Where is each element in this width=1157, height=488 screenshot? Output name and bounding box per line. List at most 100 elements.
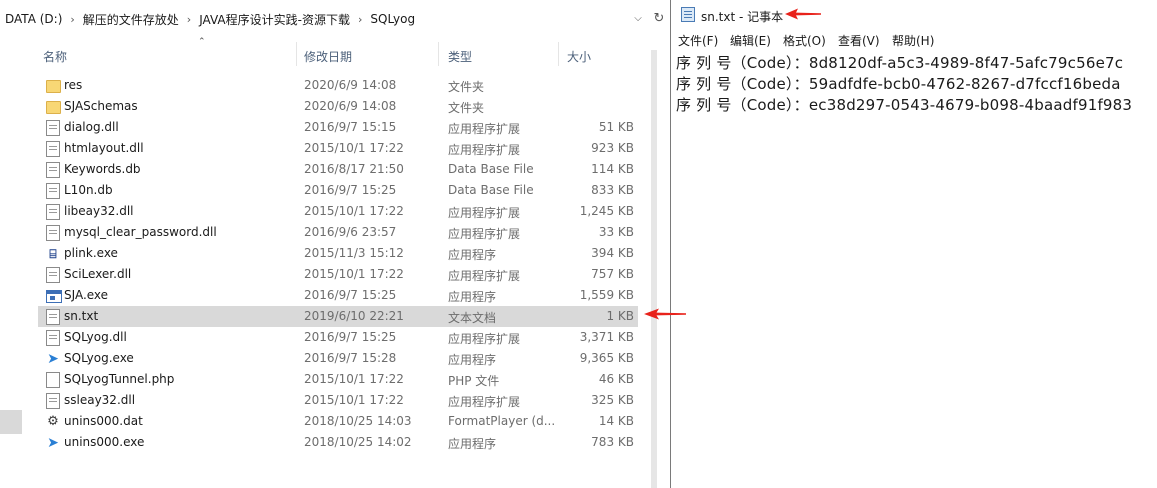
file-type: Data Base File	[448, 162, 534, 176]
file-row[interactable]: ssleay32.dll 2015/10/1 17:22 应用程序扩展 325 …	[38, 390, 638, 411]
dll-file-icon	[46, 204, 60, 220]
breadcrumb-folder-extract[interactable]: 解压的文件存放处	[83, 11, 179, 28]
text-line: 序 列 号（Code）：59adfdfe-bcb0-4762-8267-d7fc…	[676, 75, 1121, 93]
file-name: SJASchemas	[64, 99, 138, 113]
file-size: 783 KB	[591, 435, 634, 449]
file-row[interactable]: libeay32.dll 2015/10/1 17:22 应用程序扩展 1,24…	[38, 201, 638, 222]
file-row[interactable]: L10n.db 2016/9/7 15:25 Data Base File 83…	[38, 180, 638, 201]
db-file-icon	[46, 162, 60, 178]
file-size: 114 KB	[591, 162, 634, 176]
chevron-right-icon[interactable]: ›	[187, 13, 191, 26]
file-date: 2016/9/6 23:57	[304, 225, 397, 239]
scrollbar-thumb[interactable]	[651, 50, 657, 488]
breadcrumb: DATA (D:) › 解压的文件存放处 › JAVA程序设计实践-资源下载 ›…	[0, 11, 415, 28]
navigation-pane-selected-item[interactable]	[0, 410, 22, 434]
file-date: 2015/10/1 17:22	[304, 267, 404, 281]
notepad-titlebar[interactable]: sn.txt - 记事本	[671, 0, 1157, 30]
file-type: PHP 文件	[448, 374, 500, 388]
file-size: 14 KB	[598, 414, 634, 428]
menu-help[interactable]: 帮助(H)	[892, 32, 934, 49]
breadcrumb-drive[interactable]: DATA (D:)	[5, 12, 62, 26]
file-type: 应用程序扩展	[448, 206, 521, 220]
breadcrumb-folder-java[interactable]: JAVA程序设计实践-资源下载	[199, 11, 350, 28]
column-divider[interactable]	[558, 42, 559, 66]
file-row[interactable]: SJASchemas 2020/6/9 14:08 文件夹	[38, 96, 638, 117]
file-row[interactable]: htmlayout.dll 2015/10/1 17:22 应用程序扩展 923…	[38, 138, 638, 159]
file-size: 923 KB	[591, 141, 634, 155]
folder-icon	[46, 101, 61, 114]
notepad-icon	[681, 7, 695, 22]
file-name: dialog.dll	[64, 120, 119, 134]
navigation-pane	[0, 40, 22, 488]
file-type: 应用程序	[448, 353, 497, 367]
putty-exe-icon: ⌸	[49, 247, 57, 261]
file-row[interactable]: mysql_clear_password.dll 2016/9/6 23:57 …	[38, 222, 638, 243]
chevron-right-icon[interactable]: ›	[358, 13, 362, 26]
menu-file[interactable]: 文件(F)	[678, 32, 718, 49]
column-header-type[interactable]: 类型	[448, 48, 472, 65]
file-row[interactable]: SciLexer.dll 2015/10/1 17:22 应用程序扩展 757 …	[38, 264, 638, 285]
file-name: sn.txt	[64, 309, 99, 323]
chevron-right-icon[interactable]: ›	[70, 13, 74, 26]
file-type: 应用程序扩展	[448, 269, 521, 283]
file-row[interactable]: SQLyog.dll 2016/9/7 15:25 应用程序扩展 3,371 K…	[38, 327, 638, 348]
file-name: ssleay32.dll	[64, 393, 136, 407]
file-date: 2015/10/1 17:22	[304, 141, 404, 155]
menu-edit[interactable]: 编辑(E)	[730, 32, 771, 49]
address-bar[interactable]: DATA (D:) › 解压的文件存放处 › JAVA程序设计实践-资源下载 ›…	[0, 6, 670, 32]
file-row[interactable]: ⌸ plink.exe 2015/11/3 15:12 应用程序 394 KB	[38, 243, 638, 264]
file-name: unins000.exe	[64, 435, 145, 449]
window-exe-icon	[46, 290, 62, 303]
menu-view[interactable]: 查看(V)	[838, 32, 880, 49]
menu-format[interactable]: 格式(O)	[783, 32, 826, 49]
text-editor[interactable]: 序 列 号（Code）：8d8120df-a5c3-4989-8f47-5afc…	[671, 50, 1157, 488]
file-row[interactable]: dialog.dll 2016/9/7 15:15 应用程序扩展 51 KB	[38, 117, 638, 138]
dolphin-exe-icon: ➤	[47, 435, 59, 451]
file-type: 应用程序	[448, 248, 497, 262]
file-row[interactable]: ⚙ unins000.dat 2018/10/25 14:03 FormatPl…	[38, 411, 638, 432]
refresh-icon[interactable]: ↻	[651, 10, 667, 28]
vertical-scrollbar[interactable]	[648, 42, 660, 488]
file-date: 2016/9/7 15:25	[304, 183, 397, 197]
dat-file-icon: ⚙	[47, 414, 59, 429]
column-header-size[interactable]: 大小	[567, 48, 591, 65]
file-explorer-window: DATA (D:) › 解压的文件存放处 › JAVA程序设计实践-资源下载 ›…	[0, 0, 670, 488]
column-header-name[interactable]: 名称	[43, 48, 67, 65]
file-name: libeay32.dll	[64, 204, 134, 218]
file-name: htmlayout.dll	[64, 141, 144, 155]
red-arrow-annotation-title	[785, 8, 821, 20]
file-name: SJA.exe	[64, 288, 109, 302]
file-row[interactable]: SQLyogTunnel.php 2015/10/1 17:22 PHP 文件 …	[38, 369, 638, 390]
dll-file-icon	[46, 267, 60, 283]
blank-file-icon	[46, 372, 60, 388]
column-divider[interactable]	[296, 42, 297, 66]
file-type: 应用程序	[448, 437, 497, 451]
file-row[interactable]: ➤ SQLyog.exe 2016/9/7 15:28 应用程序 9,365 K…	[38, 348, 638, 369]
folder-icon	[46, 80, 61, 93]
db-file-icon	[46, 183, 60, 199]
column-header-date[interactable]: 修改日期	[304, 48, 352, 65]
column-divider[interactable]	[438, 42, 439, 66]
text-file-icon	[46, 309, 60, 325]
file-size: 3,371 KB	[579, 330, 634, 344]
file-date: 2015/10/1 17:22	[304, 393, 404, 407]
file-type: Data Base File	[448, 183, 534, 197]
file-row[interactable]: sn.txt 2019/6/10 22:21 文本文档 1 KB	[38, 306, 638, 327]
file-date: 2016/9/7 15:25	[304, 330, 397, 344]
window-title: sn.txt - 记事本	[701, 10, 784, 24]
file-type: 文件夹	[448, 101, 485, 115]
file-row[interactable]: res 2020/6/9 14:08 文件夹	[38, 75, 638, 96]
file-type: 应用程序扩展	[448, 395, 521, 409]
file-date: 2016/9/7 15:28	[304, 351, 397, 365]
file-type: 应用程序扩展	[448, 227, 521, 241]
file-row[interactable]: ➤ unins000.exe 2018/10/25 14:02 应用程序 783…	[38, 432, 638, 453]
file-row[interactable]: SJA.exe 2016/9/7 15:25 应用程序 1,559 KB	[38, 285, 638, 306]
file-name: Keywords.db	[64, 162, 141, 176]
file-row[interactable]: Keywords.db 2016/8/17 21:50 Data Base Fi…	[38, 159, 638, 180]
breadcrumb-folder-sqlyog[interactable]: SQLyog	[370, 12, 415, 26]
file-name: SciLexer.dll	[64, 267, 132, 281]
chevron-down-icon[interactable]: ⌵	[630, 11, 646, 27]
file-date: 2015/10/1 17:22	[304, 204, 404, 218]
file-name: unins000.dat	[64, 414, 143, 428]
text-line: 序 列 号（Code）：8d8120df-a5c3-4989-8f47-5afc…	[676, 54, 1124, 72]
